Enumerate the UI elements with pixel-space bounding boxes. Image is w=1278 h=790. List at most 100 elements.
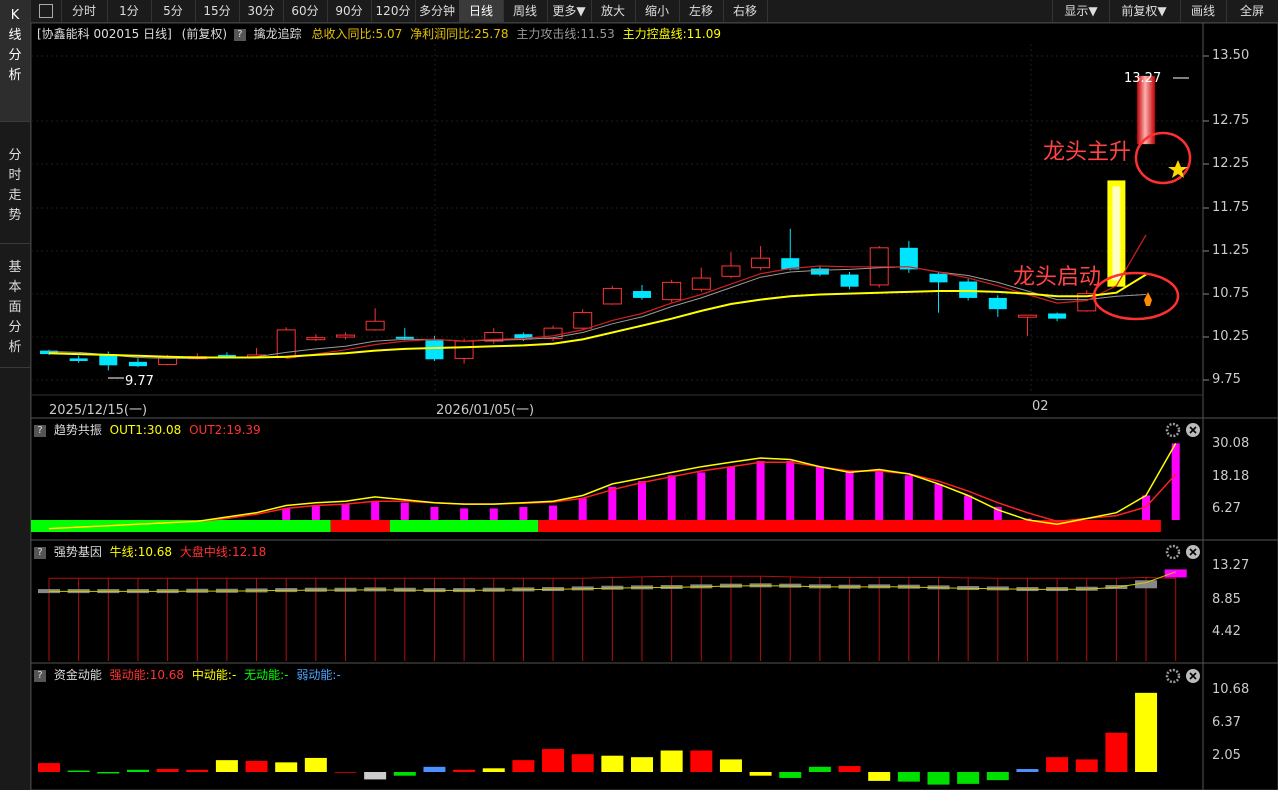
candle-body (810, 268, 829, 275)
gear-icon (1165, 668, 1181, 684)
gear-icon (1165, 544, 1181, 560)
candle-body (69, 358, 88, 361)
momentum-bar (601, 755, 624, 772)
chart-canvas[interactable] (0, 0, 1278, 790)
candle-body (662, 281, 682, 301)
momentum-bar (423, 766, 446, 772)
momentum-bar (186, 769, 209, 772)
momentum-bar (571, 754, 594, 772)
candle-body (633, 291, 651, 298)
y-tick-label: 10.75 (1212, 286, 1250, 301)
y-tick-label: 9.75 (1212, 372, 1241, 387)
trend-bar (519, 506, 528, 520)
trend-bar (964, 495, 973, 520)
momentum-bar (986, 772, 1009, 781)
trend-bar (934, 483, 943, 520)
momentum-bar (364, 772, 387, 780)
momentum-bar (838, 766, 861, 772)
momentum-bar (868, 772, 891, 781)
momentum-bar (779, 772, 802, 778)
ma-control-line (48, 273, 1147, 359)
low-price-label: 9.77 (125, 374, 154, 389)
x-date-label: 2025/12/15(一) (49, 403, 148, 418)
y-tick-label: 13.27 (1212, 558, 1250, 573)
y-tick-label: 13.50 (1212, 48, 1250, 63)
candle-body (929, 273, 948, 283)
x-date-label: 02 (1032, 399, 1049, 414)
momentum-bar (719, 759, 742, 772)
y-tick-label: 11.25 (1212, 243, 1250, 258)
momentum-bar (631, 757, 653, 772)
momentum-bar (482, 768, 505, 772)
trend-bar (430, 506, 439, 520)
momentum-bar (1075, 759, 1098, 772)
candle-body (128, 361, 147, 367)
ma-attack-line (48, 266, 1147, 359)
trend-bar (815, 466, 824, 520)
y-tick-label: 12.25 (1212, 156, 1250, 171)
y-tick-label: 10.68 (1212, 682, 1250, 697)
momentum-bar (97, 772, 120, 774)
y-tick-label: 6.27 (1212, 501, 1241, 516)
candle-body (336, 334, 355, 338)
y-tick-label: 8.85 (1212, 592, 1241, 607)
momentum-bar (126, 769, 149, 772)
candle-body (573, 312, 593, 329)
trend-bar (608, 486, 617, 520)
momentum-bar (393, 772, 416, 776)
momentum-bar (660, 750, 683, 772)
candle-body (988, 297, 1007, 310)
momentum-bar (690, 750, 713, 772)
trend-bar (282, 508, 291, 520)
trend-bar (638, 481, 646, 520)
y-tick-label: 10.25 (1212, 329, 1250, 344)
trend-bar (667, 475, 676, 520)
x-date-label: 2026/01/05(一) (436, 403, 535, 418)
annotation-main-rise: 龙头主升 (1043, 140, 1132, 165)
y-tick-label: 2.05 (1212, 748, 1241, 763)
momentum-bar (67, 770, 90, 772)
candle-body (1017, 314, 1037, 318)
trend-bar (1171, 443, 1180, 520)
gear-icon (1165, 422, 1181, 438)
trend-bar (845, 472, 854, 520)
y-tick-label: 12.75 (1212, 113, 1250, 128)
trend-bar (786, 460, 795, 520)
momentum-bar (215, 760, 238, 772)
trend-bar (341, 504, 350, 520)
y-tick-label: 18.18 (1212, 469, 1250, 484)
momentum-bar (245, 760, 268, 772)
trend-bar (549, 505, 558, 520)
candle-body (425, 340, 444, 360)
trend-bar (400, 502, 409, 520)
momentum-bar (512, 760, 535, 772)
candle-body (395, 336, 414, 339)
trend-state-band (330, 520, 390, 532)
candle-body (751, 257, 771, 269)
y-tick-label: 6.37 (1212, 715, 1241, 730)
annotation-launch: 龙头启动 (1013, 265, 1102, 290)
momentum-bar (542, 749, 565, 772)
star-icon (1168, 160, 1188, 178)
trend-bar (697, 472, 706, 520)
trend-bar (875, 470, 884, 520)
momentum-bar (1046, 757, 1069, 772)
trend-bar (371, 501, 380, 520)
candle-body (959, 281, 978, 298)
momentum-bar (897, 772, 920, 782)
momentum-bar (927, 772, 950, 785)
candle-body (602, 287, 622, 305)
momentum-bar (156, 769, 179, 772)
candle-body (306, 337, 326, 341)
candle-body (691, 277, 711, 290)
momentum-bar (453, 769, 476, 772)
signal-candle-highlight (1112, 186, 1121, 281)
candle-body (1048, 313, 1067, 319)
y-tick-label: 4.42 (1212, 624, 1241, 639)
momentum-bar (334, 772, 357, 773)
trend-bar (726, 466, 735, 520)
momentum-bar (957, 772, 980, 784)
momentum-bar (1135, 692, 1158, 772)
y-tick-label: 30.08 (1212, 436, 1250, 451)
momentum-bar (749, 772, 772, 776)
